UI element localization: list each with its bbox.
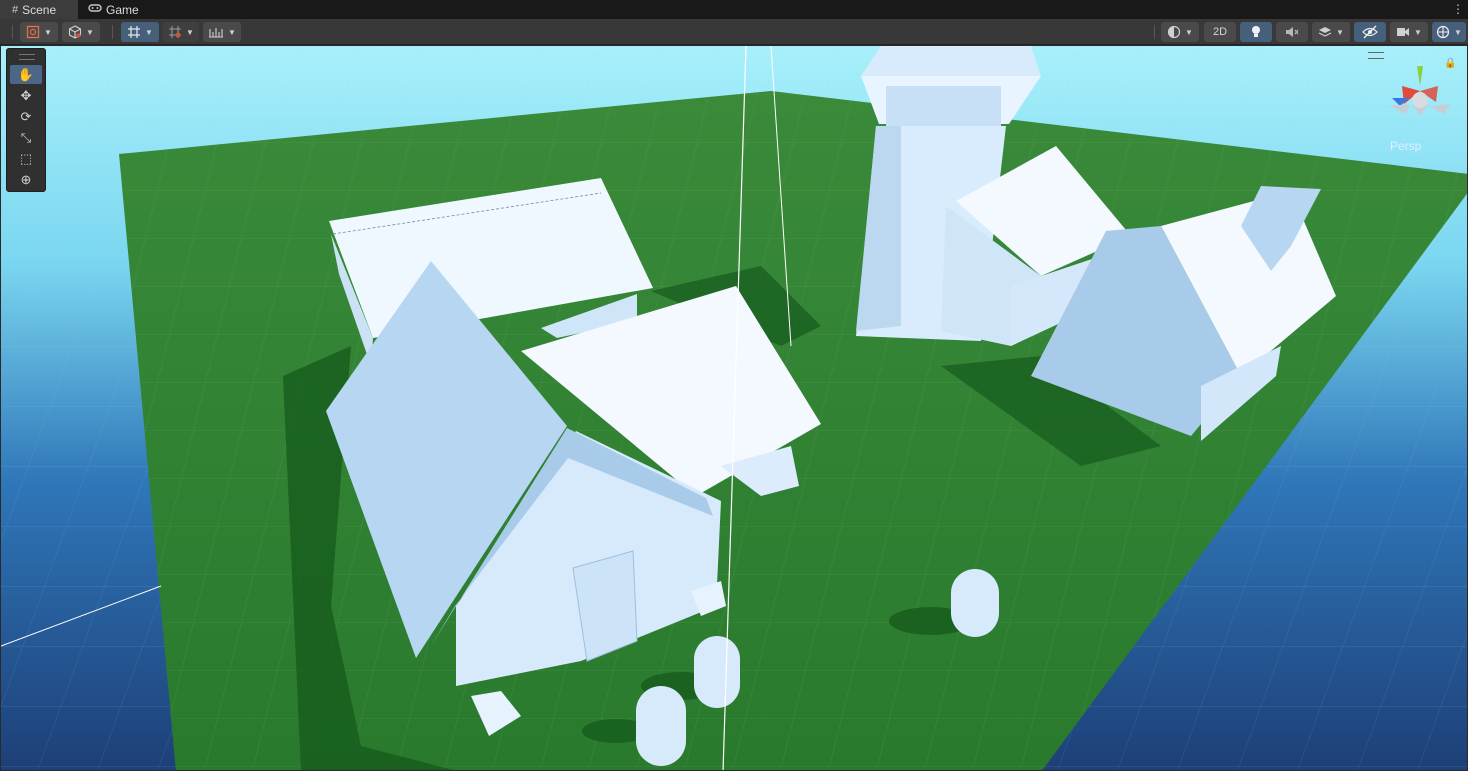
rect-transform-icon: ⬚: [19, 150, 33, 166]
render-mode-dropdown[interactable]: ▼: [62, 22, 100, 42]
chevron-down-icon: ▼: [44, 27, 52, 37]
chevron-down-icon: ▼: [1414, 27, 1422, 37]
tab-scene-label: Scene: [22, 2, 57, 17]
toolbar-divider: [112, 25, 113, 39]
camera-dropdown[interactable]: ▼: [1390, 22, 1428, 42]
hand-icon: ✋: [17, 66, 35, 82]
incremental-snap-toggle[interactable]: ▼: [163, 22, 199, 42]
ruler-icon: [209, 28, 224, 38]
hand-tool-button[interactable]: ✋: [10, 65, 42, 84]
layers-icon: [1318, 27, 1332, 37]
toolbar-divider: [1154, 25, 1155, 39]
lightbulb-icon: [1252, 26, 1260, 37]
cube-icon: [68, 25, 82, 39]
gizmo-globe-icon: [1436, 25, 1450, 39]
projection-label[interactable]: Persp: [1390, 139, 1421, 153]
move-tool-button[interactable]: ✥: [10, 86, 42, 105]
chevron-down-icon: ▼: [228, 27, 236, 37]
draw-mode-icon: [26, 25, 40, 39]
scene-toolbar: ▼ ▼ ▼ ▼ ▼ ▼ 2D ▼ ▼ ▼: [0, 19, 1468, 45]
scene-render: [1, 46, 1467, 770]
tab-game[interactable]: Game: [86, 0, 158, 19]
ruler-dropdown[interactable]: ▼: [203, 22, 241, 42]
gizmos-dropdown[interactable]: ▼: [1432, 22, 1466, 42]
camera-icon: [1397, 28, 1410, 36]
chevron-down-icon: ▼: [186, 27, 194, 37]
tab-game-label: Game: [106, 2, 139, 17]
effects-dropdown[interactable]: ▼: [1312, 22, 1350, 42]
incremental-snap-icon: [169, 26, 182, 38]
scale-icon: ⤡: [20, 129, 32, 145]
transform-icon: ⊕: [20, 171, 32, 187]
grid-snap-icon: [128, 26, 141, 38]
move-icon: ✥: [20, 87, 32, 103]
lighting-toggle[interactable]: [1240, 22, 1272, 42]
draw-mode-dropdown[interactable]: ▼: [20, 22, 58, 42]
chevron-down-icon: ▼: [86, 27, 94, 37]
scale-tool-button[interactable]: ⤡: [10, 128, 42, 147]
rect-tool-button[interactable]: ⬚: [10, 149, 42, 168]
gamepad-icon: [88, 3, 102, 16]
speaker-muted-icon: [1286, 27, 1299, 37]
rotate-tool-button[interactable]: ⟳: [10, 107, 42, 126]
tab-scene[interactable]: # Scene: [0, 0, 78, 19]
tab-bar: # Scene Game ⋮: [0, 0, 1468, 19]
drag-handle[interactable]: [19, 54, 35, 60]
svg-text:y: y: [1418, 61, 1421, 67]
transform-tool-button[interactable]: ⊕: [10, 170, 42, 189]
rotate-icon: ⟳: [20, 108, 32, 124]
tool-panel: ✋ ✥ ⟳ ⤡ ⬚ ⊕: [6, 48, 46, 192]
toolbar-divider: [12, 25, 13, 39]
eye-off-icon: [1362, 25, 1378, 39]
audio-toggle[interactable]: [1276, 22, 1308, 42]
chevron-down-icon: ▼: [1454, 27, 1462, 37]
chevron-down-icon: ▼: [1185, 27, 1193, 37]
shading-mode-dropdown[interactable]: ▼: [1161, 22, 1199, 42]
chevron-down-icon: ▼: [145, 27, 153, 37]
scene-viewport[interactable]: [0, 45, 1468, 771]
chevron-down-icon: ▼: [1336, 27, 1344, 37]
2d-toggle-button[interactable]: 2D: [1204, 22, 1236, 42]
scene-visibility-toggle[interactable]: [1354, 22, 1386, 42]
more-options-icon[interactable]: ⋮: [1452, 2, 1464, 16]
shading-sphere-icon: [1167, 25, 1181, 39]
grid-icon: #: [12, 3, 19, 16]
grid-snap-toggle[interactable]: ▼: [121, 22, 159, 42]
